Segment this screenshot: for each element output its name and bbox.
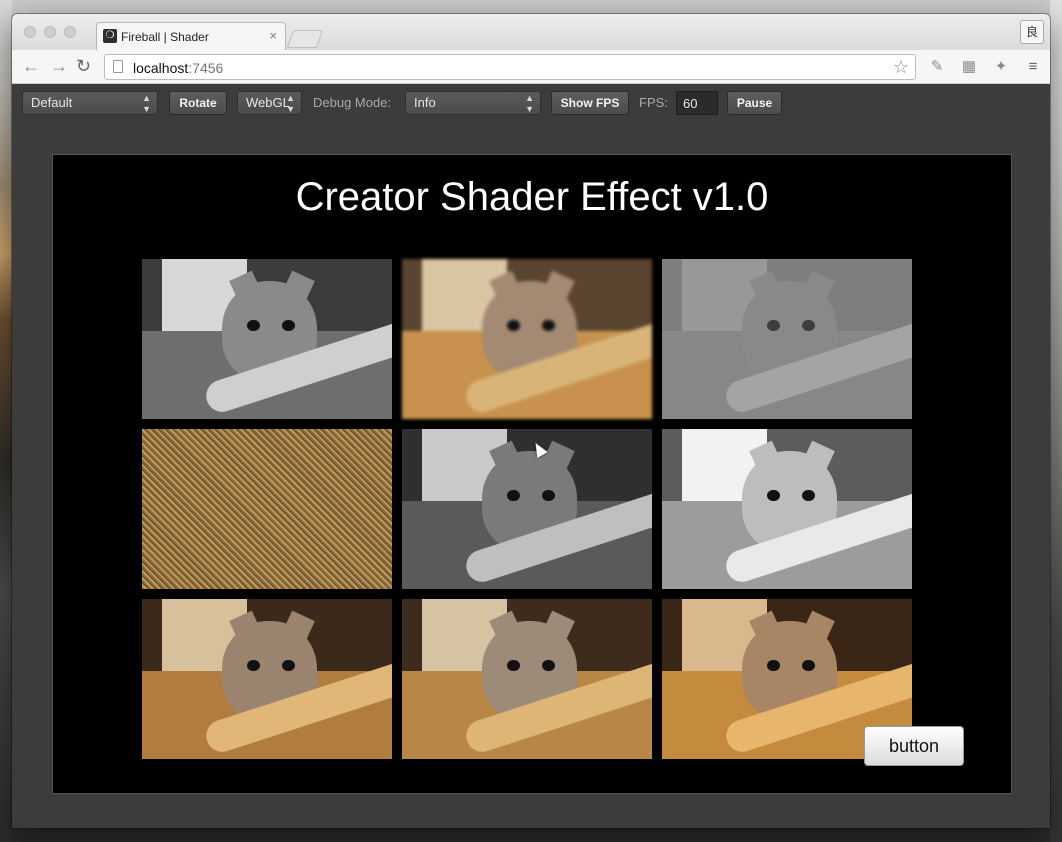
debug-mode-select[interactable]: Info ▲ ▼ [405, 91, 541, 115]
new-tab-button[interactable] [286, 30, 324, 48]
title-bar: ❍ Fireball | Shader × 良 [12, 14, 1050, 50]
shader-tile-grayscale [142, 259, 392, 419]
device-select[interactable]: Default ▲ ▼ [22, 91, 158, 115]
fps-label: FPS: [639, 95, 668, 110]
browser-tab[interactable]: ❍ Fireball | Shader × [96, 22, 286, 50]
shader-tile-normal [402, 599, 652, 759]
browser-toolbar: ← → ↻ localhost:7456 ☆ ✎ ▦ ✦ ≡ [12, 50, 1050, 84]
url-text: localhost:7456 [133, 60, 224, 76]
browser-window: ❍ Fireball | Shader × 良 ← → ↻ localhost:… [12, 14, 1050, 828]
close-window-button[interactable] [24, 26, 36, 38]
minimize-window-button[interactable] [44, 26, 56, 38]
grid-extension-icon[interactable]: ▦ [960, 58, 978, 76]
desktop-wallpaper-left [0, 0, 12, 842]
tab-close-icon[interactable]: × [269, 28, 277, 43]
scene-title: Creator Shader Effect v1.0 [295, 175, 769, 219]
scene-button[interactable]: button [864, 726, 964, 766]
renderer-select[interactable]: WebGL ▲ ▼ [237, 91, 302, 115]
address-bar[interactable]: localhost:7456 ☆ [104, 54, 916, 80]
pause-button[interactable]: Pause [727, 91, 782, 115]
page-icon [113, 60, 123, 73]
desktop-wallpaper-right [1050, 0, 1062, 842]
forward-arrow-icon[interactable]: → [50, 57, 68, 75]
preview-toolbar: Default ▲ ▼ Rotate WebGL ▲ ▼ Debug Mode: Inf… [12, 84, 1050, 120]
shader-tile-emboss [662, 259, 912, 419]
shader-tile-bright-gray [662, 429, 912, 589]
shader-tile-noise [142, 429, 392, 589]
reload-icon[interactable]: ↻ [76, 57, 91, 75]
profile-button[interactable]: 良 [1020, 20, 1044, 44]
show-fps-button[interactable]: Show FPS [551, 91, 629, 115]
evernote-extension-icon[interactable]: ✦ [992, 58, 1010, 76]
fps-input[interactable] [676, 91, 718, 115]
bookmark-star-icon[interactable]: ☆ [893, 57, 909, 78]
zoom-window-button[interactable] [64, 26, 76, 38]
shader-tile-wave [142, 599, 392, 759]
feather-extension-icon[interactable]: ✎ [928, 58, 946, 76]
game-canvas[interactable]: Creator Shader Effect v1.0 button [52, 154, 1012, 794]
menu-icon[interactable]: ≡ [1024, 58, 1042, 76]
shader-tile-blur [402, 259, 652, 419]
fireball-favicon-icon: ❍ [103, 29, 117, 43]
tab-title: Fireball | Shader [121, 30, 209, 44]
debug-mode-label: Debug Mode: [313, 95, 392, 110]
back-arrow-icon[interactable]: ← [22, 57, 40, 75]
shader-tile-grayscale-dark [402, 429, 652, 589]
rotate-button[interactable]: Rotate [169, 91, 227, 115]
